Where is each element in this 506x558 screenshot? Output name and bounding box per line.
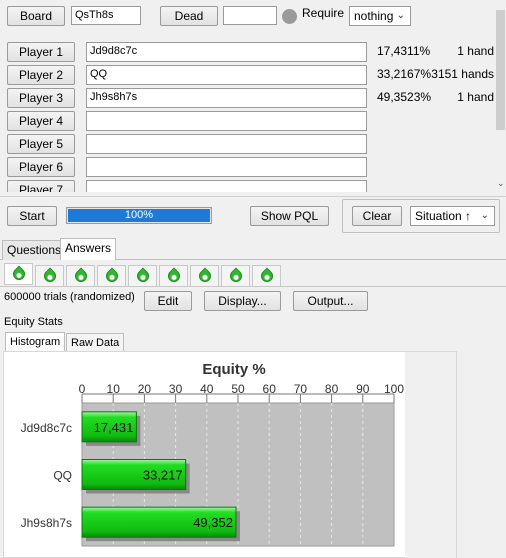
tab-answers[interactable]: Answers [60,238,117,260]
chevron-down-icon: ⌄ [480,210,489,221]
player-3-hands: 1 hand [457,90,494,104]
histogram-sidebar [405,352,456,558]
dead-button[interactable]: Dead [160,6,218,26]
player-7-hand-input[interactable] [86,180,367,192]
player-7-button[interactable]: Player 7 [7,180,75,192]
situation-value: Situation ↑ [415,209,472,223]
equity-chart: Equity %0 10 20 30 40 50 60 70 80 90 10017,431Jd9d… [21,361,404,547]
icon-tab[interactable] [128,265,157,287]
player-1-equity: 17,4311% [377,44,431,58]
player-3-button[interactable]: Player 3 [7,88,75,108]
dead-input[interactable] [223,6,277,25]
icon-strip-line [0,286,506,287]
require-radio[interactable] [282,9,297,24]
icon-tab[interactable] [4,263,33,285]
edit-button[interactable]: Edit [144,291,192,311]
drop-icon [134,267,152,285]
players-panel: Player 1 Jd9d8c7c 17,4311% 1 hand Player 2 QQ… [0,34,506,192]
player-1-button[interactable]: Player 1 [7,42,75,62]
output-button[interactable]: Output... [293,291,368,311]
scroll-thumb[interactable] [496,10,505,130]
tab-histogram[interactable]: Histogram [5,332,66,352]
chart-title: Equity % [202,361,265,378]
drop-icon [10,265,28,283]
bar-value-label: 49,352 [193,515,233,530]
drop-icon [196,267,214,285]
icon-tab[interactable] [97,265,126,287]
icon-tab[interactable] [221,265,250,287]
tab-raw-data[interactable]: Raw Data [66,333,125,352]
require-select[interactable]: nothing ⌄ [349,6,411,26]
drop-icon [103,267,121,285]
drop-icon [227,267,245,285]
bar-value-label: 17,431 [94,420,134,435]
start-button[interactable]: Start [7,206,57,226]
divider [0,196,506,197]
category-label: QQ [53,469,72,483]
player-4-hand-input[interactable] [86,111,367,131]
player-5-hand-input[interactable] [86,134,367,154]
display-button[interactable]: Display... [204,291,281,311]
category-label: Jd9d8c7c [21,421,72,435]
require-value: nothing [354,9,394,23]
player-2-equity: 33,2167% [377,67,432,81]
trials-text: 600000 trials (randomized) [4,291,135,303]
board-input[interactable]: QsTh8s [71,6,141,25]
player-6-button[interactable]: Player 6 [7,157,75,177]
board-button[interactable]: Board [7,6,65,26]
tab-questions[interactable]: Questions [2,240,67,260]
category-label: Jh9s8h7s [21,516,72,530]
icon-tab[interactable] [252,265,281,287]
player-1-hand-input[interactable]: Jd9d8c7c [86,42,367,62]
player-1-hands: 1 hand [457,44,494,58]
situation-select[interactable]: Situation ↑ ⌄ [410,206,495,226]
player-3-equity: 49,3523% [377,90,432,104]
drop-icon [165,267,183,285]
player-3-hand-input[interactable]: Jh9s8h7s [86,88,367,108]
drop-icon [41,267,59,285]
require-label: Require [302,6,345,20]
icon-tab[interactable] [190,265,219,287]
player-6-hand-input[interactable] [86,157,367,177]
player-2-hand-input[interactable]: QQ [86,65,367,85]
icon-tab[interactable] [159,265,188,287]
drop-icon [258,267,276,285]
player-5-button[interactable]: Player 5 [7,134,75,154]
player-4-button[interactable]: Player 4 [7,111,75,131]
show-pql-button[interactable]: Show PQL [250,206,329,226]
player-2-button[interactable]: Player 2 [7,65,75,85]
progress-bar: 100% [66,207,212,224]
progress-text: 100% [124,209,154,221]
icon-tab[interactable] [66,265,95,287]
player-2-hands: 3151 hands [431,67,494,81]
icon-tab[interactable] [35,265,64,287]
drop-icon [72,267,90,285]
equity-stats-label: Equity Stats [4,316,63,328]
players-scrollbar[interactable]: ⌄ [495,0,506,192]
clear-button[interactable]: Clear [352,206,402,226]
chevron-down-icon: ⌄ [396,10,405,21]
scroll-down-arrow-icon[interactable]: ⌄ [497,178,505,189]
bar-value-label: 33,217 [143,468,183,483]
